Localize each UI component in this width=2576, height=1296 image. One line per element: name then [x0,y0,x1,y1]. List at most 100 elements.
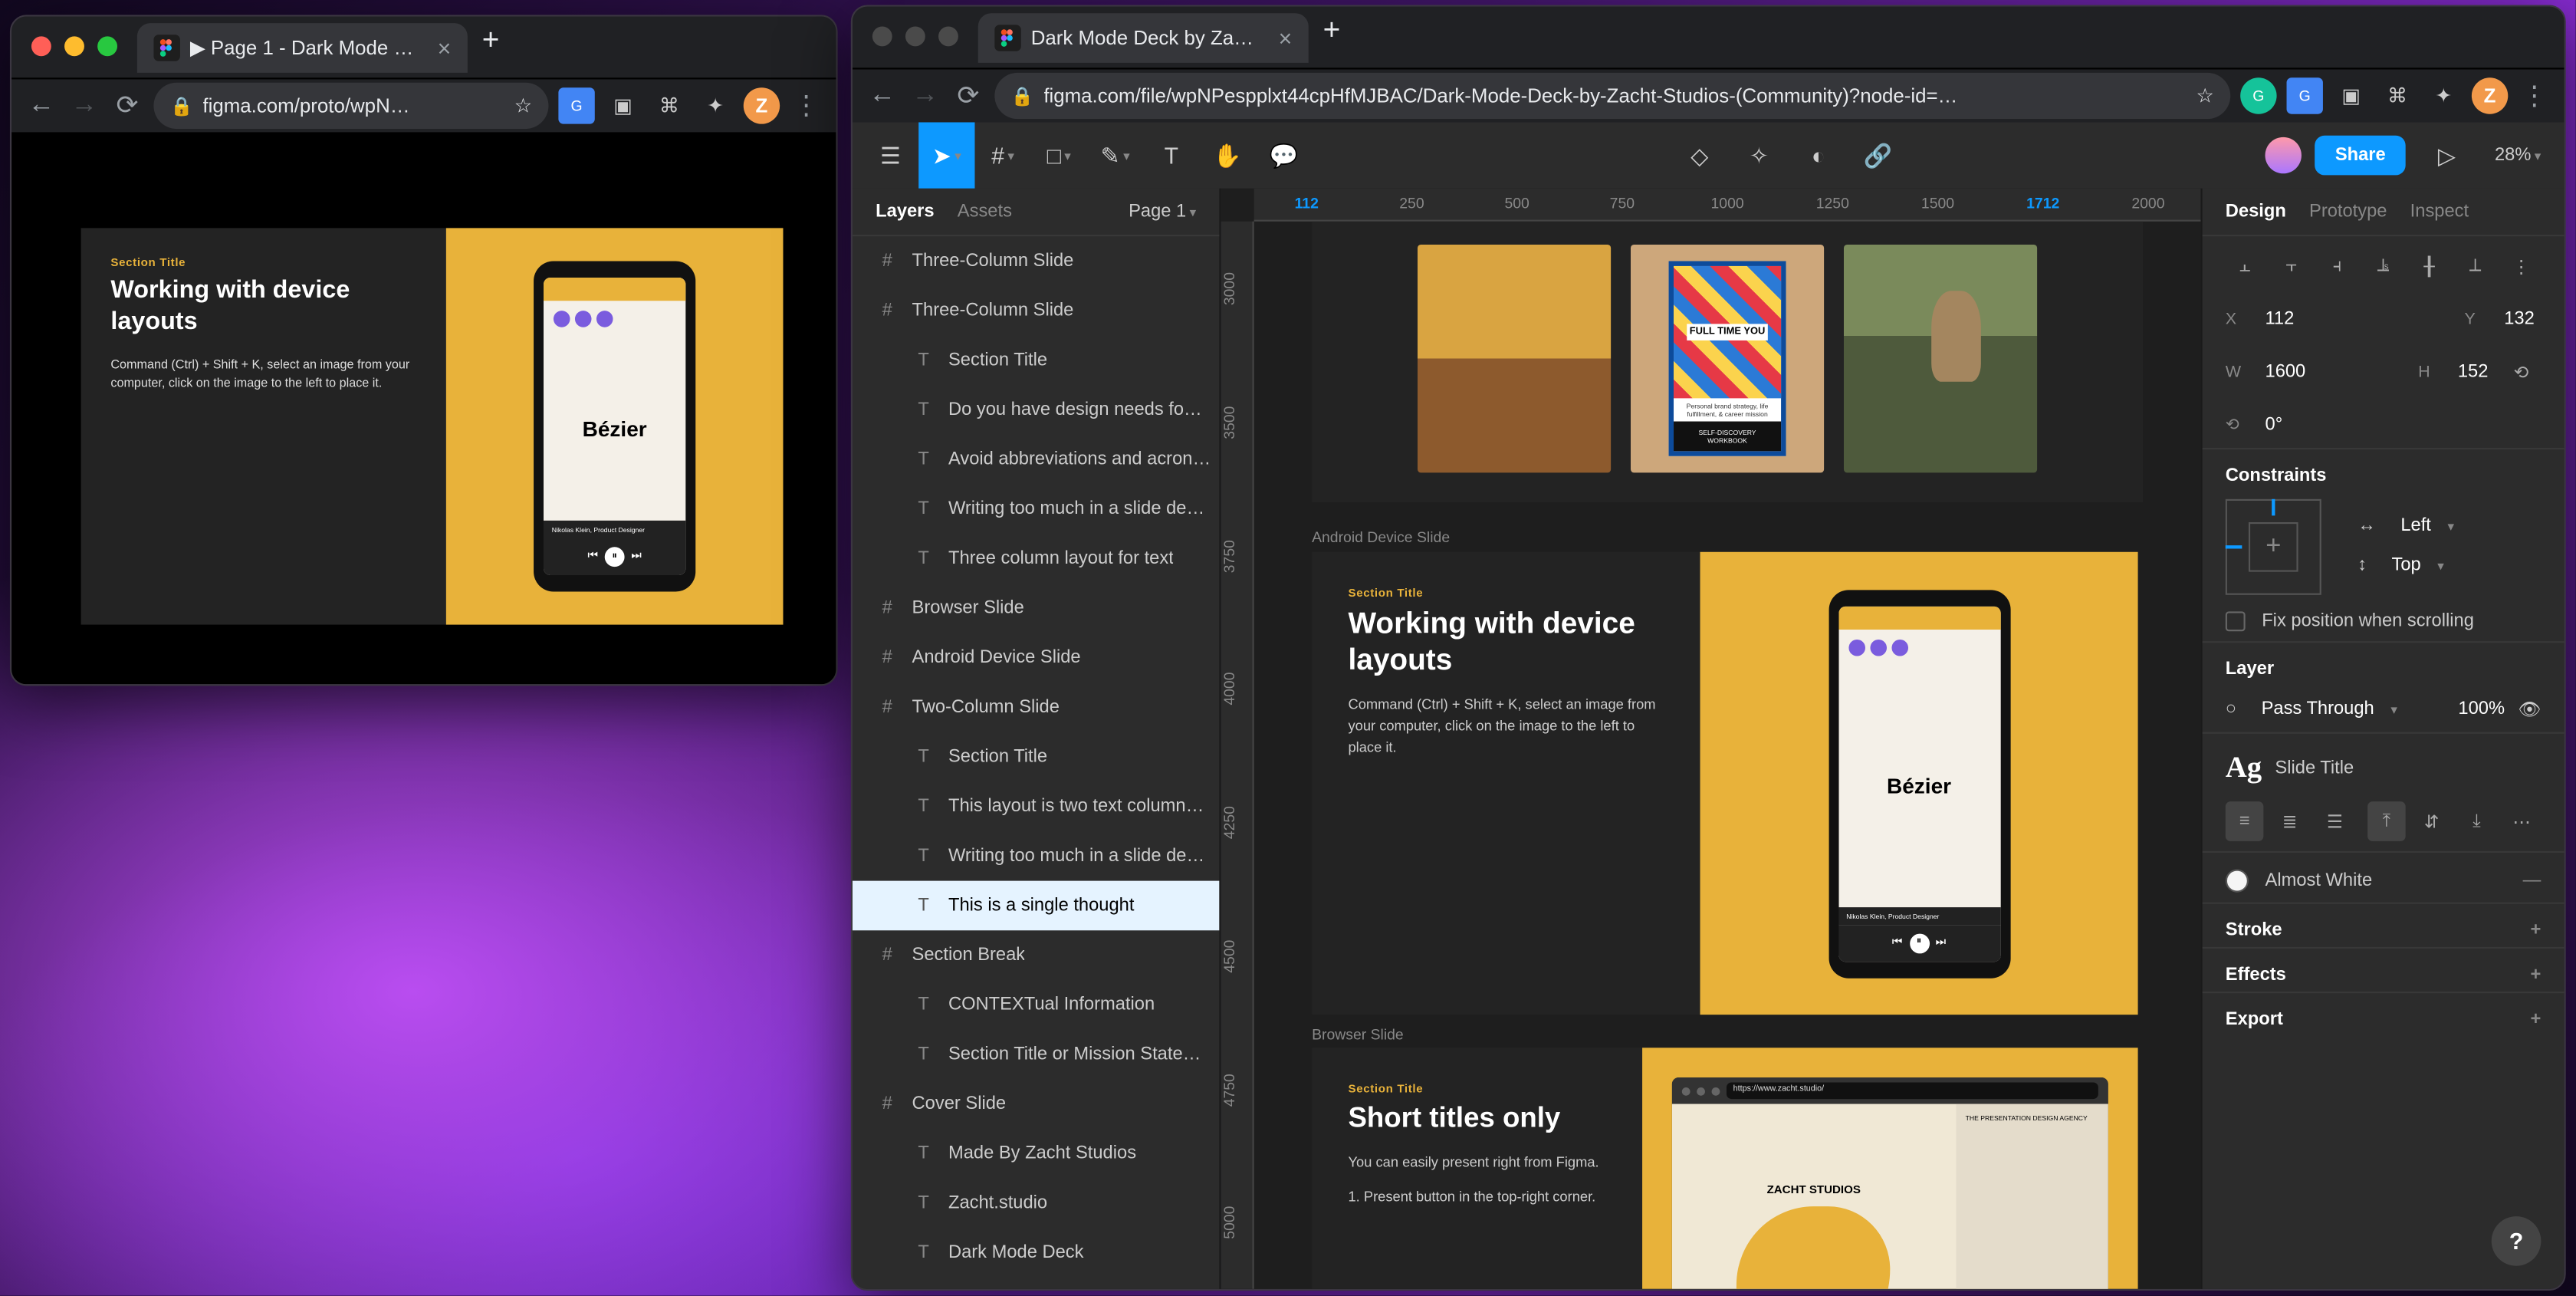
blend-mode[interactable]: Pass Through [2255,696,2380,722]
text-tool-icon[interactable]: T [1143,122,1199,188]
new-tab-button[interactable]: + [1309,13,1355,48]
image-deer[interactable] [1844,245,2037,472]
align-more-icon[interactable]: ⋮ [2502,246,2541,286]
align-left-icon[interactable]: ⫠ [2226,246,2265,286]
boolean-tool-icon[interactable]: ◐ [1790,122,1846,188]
profile-avatar[interactable]: Z [2472,77,2508,113]
rotation-value[interactable]: 0° [2259,412,2289,438]
three-column-frame[interactable]: FULL TIME YOU Personal brand strategy, l… [1312,222,2143,502]
image-bicycle[interactable] [1418,245,1611,472]
component-tool-icon[interactable]: ◇ [1671,122,1727,188]
chrome-menu-icon[interactable]: ⋮ [2518,79,2551,112]
text-align-right-icon[interactable]: ☰ [2315,801,2354,841]
layer-item[interactable]: TSection Title [853,732,1219,782]
frame-label-browser[interactable]: Browser Slide [1312,1026,1404,1043]
layer-item[interactable]: TZacht.studio [853,1179,1219,1229]
text-style-name[interactable]: Slide Title [2275,758,2354,778]
mask-tool-icon[interactable]: ✧ [1731,122,1787,188]
align-right-icon[interactable]: ⫞ [2318,246,2357,286]
text-valign-bot-icon[interactable]: ⤓ [2457,801,2496,841]
tab-close-icon[interactable]: × [1279,25,1293,51]
layer-item[interactable]: TSection Title or Mission State… [853,1030,1219,1080]
main-menu-icon[interactable]: ☰ [863,122,918,188]
ext-icon-2[interactable]: ▣ [2333,77,2369,113]
shape-tool-icon[interactable]: □▾ [1031,122,1087,188]
layer-item[interactable]: #Three-Column Slide [853,286,1219,336]
extensions-icon[interactable]: ✦ [2426,77,2462,113]
nav-reload-icon[interactable]: ⟳ [951,79,984,112]
layer-item[interactable]: #Two-Column Slide [853,683,1219,732]
bookmark-star-icon[interactable]: ☆ [2196,84,2214,107]
x-value[interactable]: 112 [2259,306,2301,332]
fill-remove-icon[interactable]: — [2523,871,2542,891]
comment-tool-icon[interactable]: 💬 [1256,122,1312,188]
prototype-viewport[interactable]: Section Title Working with device layout… [12,132,836,684]
minimize-dot[interactable] [64,36,84,56]
align-bottom-icon[interactable]: ⟂ [2456,246,2495,286]
constraint-h[interactable]: Left [2394,512,2438,538]
link-wh-icon[interactable]: ⟲ [2502,352,2542,392]
grammarly-ext-icon[interactable]: G [2240,77,2276,113]
checkbox-icon[interactable] [2226,611,2246,631]
tab-close-icon[interactable]: × [438,35,452,61]
layer-item[interactable]: TWriting too much in a slide de… [853,831,1219,881]
text-more-icon[interactable]: ⋯ [2502,801,2541,841]
fill-swatch[interactable] [2226,870,2249,893]
minimize-dot[interactable] [905,26,925,46]
nav-forward-icon[interactable]: → [67,89,100,122]
profile-avatar[interactable]: Z [744,87,780,123]
share-button[interactable]: Share [2315,136,2406,176]
opacity[interactable]: 100% [2452,696,2512,722]
browser-tab[interactable]: ▶ Page 1 - Dark Mode Deck b… × [137,23,468,73]
window-traffic-lights[interactable] [853,13,978,59]
nav-back-icon[interactable]: ← [866,79,899,112]
browser-tab[interactable]: Dark Mode Deck by Zacht Stu… × [978,13,1309,63]
nav-reload-icon[interactable]: ⟳ [110,89,143,122]
frame-tool-icon[interactable]: #▾ [974,122,1030,188]
fix-scroll-row[interactable]: Fix position when scrolling [2203,601,2564,641]
text-valign-top-icon[interactable]: ⤒ [2367,801,2406,841]
layer-item[interactable]: #Android Device Slide [853,633,1219,683]
pen-tool-icon[interactable]: ✎▾ [1087,122,1143,188]
omnibox[interactable]: 🔒 figma.com/file/wpNPespplxt44cpHfMJBAC/… [994,73,2230,119]
layer-item[interactable]: TThree column layout for text [853,534,1219,584]
constraints-widget[interactable]: + [2226,499,2321,595]
add-stroke-icon[interactable]: + [2531,920,2542,940]
move-tool-icon[interactable]: ➤▾ [918,122,974,188]
h-value[interactable]: 152 [2451,359,2495,385]
bookmark-star-icon[interactable]: ☆ [514,94,532,117]
align-top-icon[interactable]: ⫡ [2364,246,2403,286]
frame-label-android[interactable]: Android Device Slide [1312,529,1450,546]
ext-icon-3[interactable]: ⌘ [651,87,687,123]
visibility-icon[interactable]: 👁 [2518,698,2541,719]
add-effect-icon[interactable]: + [2531,965,2542,985]
w-value[interactable]: 1600 [2259,359,2312,385]
layer-item[interactable]: #Section Break [853,930,1219,980]
ext-icon-3[interactable]: ⌘ [2379,77,2415,113]
hand-tool-icon[interactable]: ✋ [1200,122,1256,188]
link-tool-icon[interactable]: 🔗 [1850,122,1906,188]
layer-item[interactable]: #Browser Slide [853,584,1219,633]
zoom-level[interactable]: 28%▾ [2488,146,2548,166]
layer-item[interactable]: #Three-Column Slide [853,236,1219,286]
window-traffic-lights[interactable] [12,23,137,69]
omnibox[interactable]: 🔒 figma.com/proto/wpN… ☆ [153,83,548,129]
constraint-v[interactable]: Top [2385,552,2427,578]
layer-item[interactable]: #Cover Slide [853,1079,1219,1129]
blend-circle-icon[interactable]: ○ [2226,699,2236,719]
layer-item[interactable]: TThis is a single thought [853,881,1219,931]
present-button-icon[interactable]: ▷ [2419,122,2475,188]
new-tab-button[interactable]: + [468,23,514,58]
text-align-center-icon[interactable]: ≣ [2271,801,2309,841]
translate-ext-icon[interactable]: G [2287,77,2323,113]
layer-item[interactable]: TSection Title [853,335,1219,385]
align-hcenter-icon[interactable]: ⫟ [2272,246,2311,286]
tab-layers[interactable]: Layers [876,202,934,222]
help-button[interactable]: ? [2492,1216,2542,1266]
collab-avatar[interactable] [2266,137,2302,173]
layer-list[interactable]: #Three-Column Slide#Three-Column SlideTS… [853,236,1219,1289]
close-dot[interactable] [872,26,892,46]
layer-item[interactable]: TMade By Zacht Studios [853,1129,1219,1179]
tab-design[interactable]: Design [2226,202,2286,222]
align-vcenter-icon[interactable]: ╂ [2410,246,2449,286]
